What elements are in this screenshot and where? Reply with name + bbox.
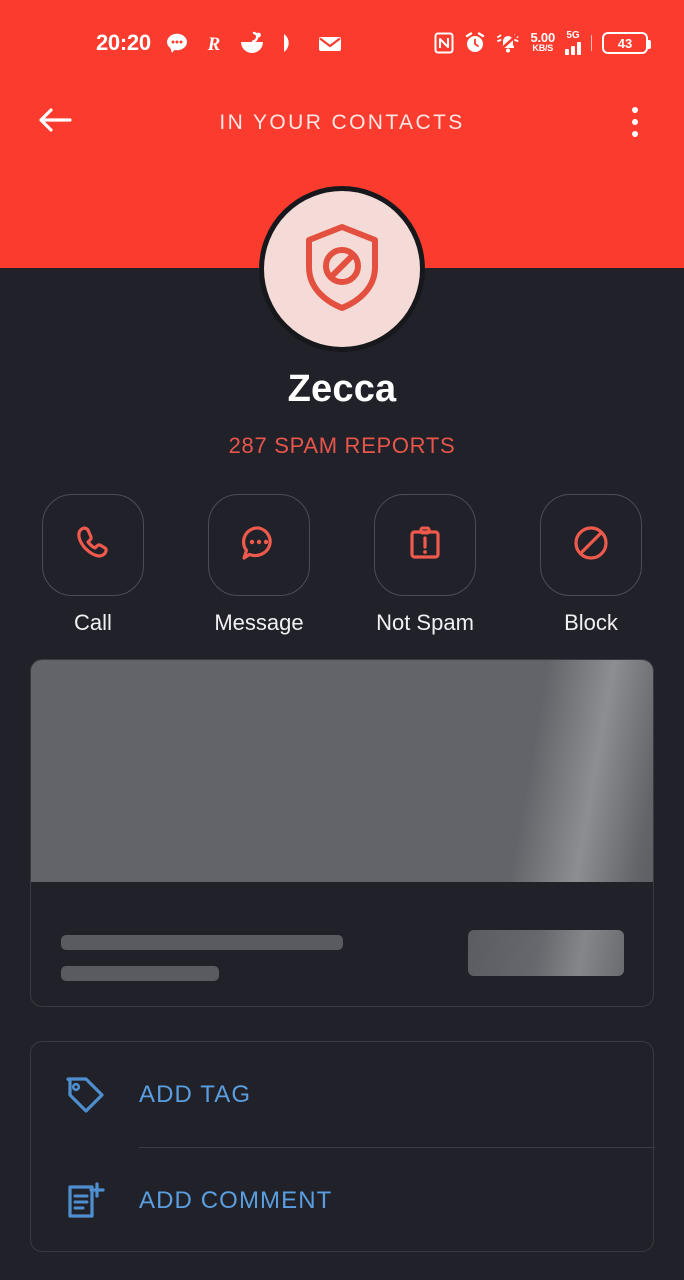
message-button-label: Message xyxy=(214,610,304,635)
add-comment-row[interactable]: ADD COMMENT xyxy=(31,1148,655,1253)
placeholder-text-line-2 xyxy=(61,966,219,981)
not-spam-button-box xyxy=(374,494,476,596)
block-button-label: Block xyxy=(564,610,618,635)
bell-mute-icon xyxy=(496,32,520,54)
signal-strength-bars xyxy=(565,42,581,55)
app-bar: IN YOUR CONTACTS xyxy=(0,95,684,150)
nfc-icon xyxy=(434,32,454,54)
not-spam-button-label: Not Spam xyxy=(376,610,474,635)
tag-comment-card: ADD TAG ADD COMMENT xyxy=(30,1041,655,1253)
status-divider xyxy=(591,35,592,51)
status-bar-right: 5.00 KB/S 5G 43 xyxy=(434,26,651,60)
battery-level-label: 43 xyxy=(617,35,633,51)
avatar[interactable] xyxy=(259,186,425,352)
bowl-icon xyxy=(239,31,265,55)
message-bubble-icon xyxy=(237,521,281,570)
spam-reports-count: 287 SPAM REPORTS xyxy=(228,433,456,458)
block-circle-icon xyxy=(569,521,613,570)
overflow-menu-button[interactable] xyxy=(612,99,658,145)
phone-icon xyxy=(71,521,115,570)
pick-icon xyxy=(279,31,303,55)
tag-icon xyxy=(31,1072,139,1118)
r-app-icon: R xyxy=(203,31,225,55)
envelope-icon xyxy=(317,31,343,55)
placeholder-image-block xyxy=(31,660,653,882)
placeholder-text-line-1 xyxy=(61,935,343,950)
status-bar-left: 20:20 R xyxy=(96,26,343,60)
call-button-label: Call xyxy=(74,610,112,635)
message-button-box xyxy=(208,494,310,596)
signal-bars-icon: 5G xyxy=(565,31,581,55)
add-tag-label: ADD TAG xyxy=(139,1080,252,1108)
comment-add-icon xyxy=(31,1178,139,1224)
loading-placeholder-card xyxy=(30,659,654,1007)
shield-block-icon xyxy=(299,221,385,318)
chat-bubble-icon xyxy=(165,31,189,55)
network-speed-indicator: 5.00 KB/S xyxy=(530,31,555,54)
not-spam-button[interactable]: Not Spam xyxy=(374,494,476,636)
more-vertical-icon xyxy=(632,107,638,113)
call-button[interactable]: Call xyxy=(42,494,144,636)
block-button-box xyxy=(540,494,642,596)
network-speed-unit: KB/S xyxy=(532,43,554,53)
alarm-icon xyxy=(464,32,486,54)
action-button-row: Call Message Not Spam Block xyxy=(42,494,642,636)
status-bar-clock: 20:20 xyxy=(96,30,151,55)
network-type-label: 5G xyxy=(566,30,580,41)
block-button[interactable]: Block xyxy=(540,494,642,636)
call-button-box xyxy=(42,494,144,596)
battery-indicator: 43 xyxy=(602,32,651,54)
placeholder-button-block xyxy=(468,930,624,976)
contact-name: Zecca xyxy=(287,368,397,410)
message-button[interactable]: Message xyxy=(208,494,310,636)
contact-detail-screen: 20:20 R 5.00 KB/S 5G 43 IN YOUR CONTACTS… xyxy=(0,0,684,1280)
svg-text:R: R xyxy=(206,34,220,55)
status-bar: 20:20 R 5.00 KB/S 5G 43 xyxy=(0,26,684,60)
add-tag-row[interactable]: ADD TAG xyxy=(31,1042,655,1147)
clipboard-alert-icon xyxy=(403,521,447,570)
add-comment-label: ADD COMMENT xyxy=(139,1186,333,1214)
page-title: IN YOUR CONTACTS xyxy=(219,110,465,134)
